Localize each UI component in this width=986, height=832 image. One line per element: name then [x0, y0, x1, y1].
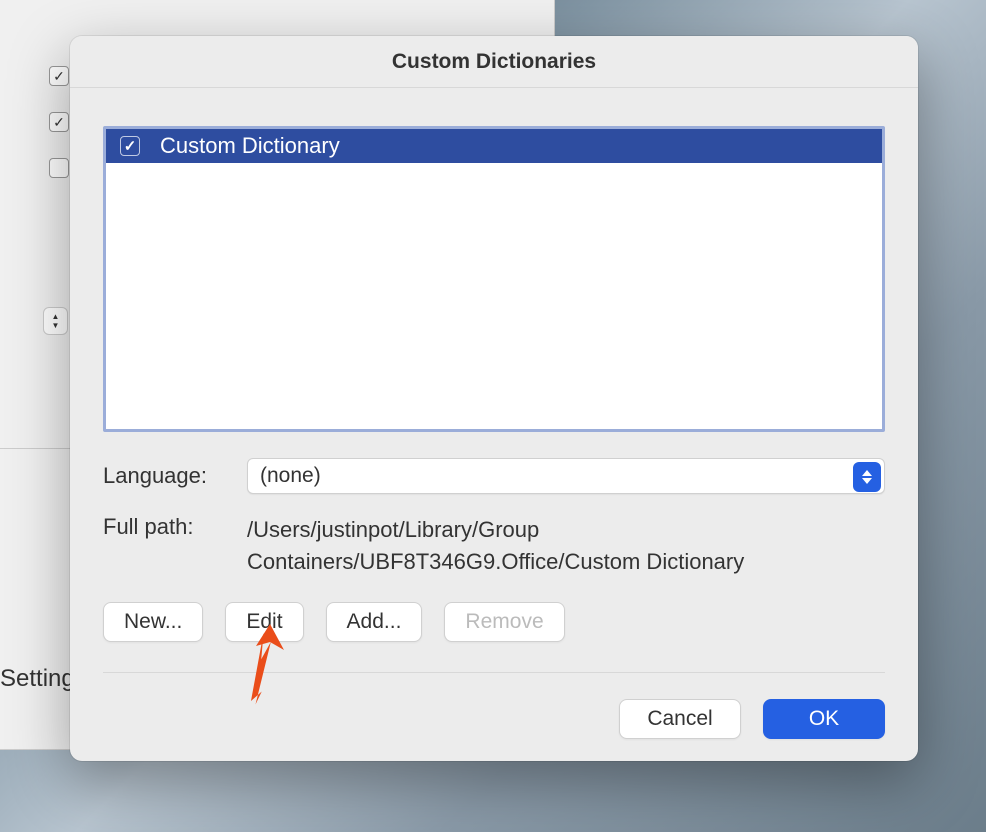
new-button[interactable]: New...	[103, 602, 203, 642]
footer-divider	[103, 672, 885, 673]
settings-label: Setting	[0, 665, 75, 693]
language-label: Language:	[103, 463, 229, 489]
checkbox-stub-3[interactable]	[49, 158, 69, 178]
action-button-row: New... Edit Add... Remove	[103, 602, 885, 642]
divider-stub	[0, 448, 70, 449]
fullpath-row: Full path: /Users/justinpot/Library/Grou…	[103, 514, 885, 578]
dialog-body: Custom Dictionary Language: (none) Full …	[70, 88, 918, 761]
footer-button-row: Cancel OK	[103, 699, 885, 739]
remove-button: Remove	[444, 602, 564, 642]
dictionary-list[interactable]: Custom Dictionary	[103, 126, 885, 432]
checkbox-stub-1[interactable]	[49, 66, 69, 86]
fullpath-label: Full path:	[103, 514, 229, 578]
language-select-value: (none)	[260, 464, 321, 488]
ok-button[interactable]: OK	[763, 699, 885, 739]
add-button[interactable]: Add...	[326, 602, 423, 642]
cancel-button[interactable]: Cancel	[619, 699, 741, 739]
dictionary-list-item[interactable]: Custom Dictionary	[106, 129, 882, 163]
custom-dictionaries-dialog: Custom Dictionaries Custom Dictionary La…	[70, 36, 918, 761]
chevron-updown-icon	[853, 462, 881, 492]
select-stub[interactable]: ▲▼	[43, 307, 68, 335]
dictionary-checkbox[interactable]	[120, 136, 140, 156]
language-select[interactable]: (none)	[247, 458, 885, 494]
edit-button[interactable]: Edit	[225, 602, 303, 642]
dialog-title: Custom Dictionaries	[392, 50, 596, 74]
checkbox-stub-2[interactable]	[49, 112, 69, 132]
dictionary-item-label: Custom Dictionary	[160, 133, 340, 159]
language-row: Language: (none)	[103, 458, 885, 494]
dialog-titlebar: Custom Dictionaries	[70, 36, 918, 88]
fullpath-value: /Users/justinpot/Library/Group Container…	[247, 514, 885, 578]
